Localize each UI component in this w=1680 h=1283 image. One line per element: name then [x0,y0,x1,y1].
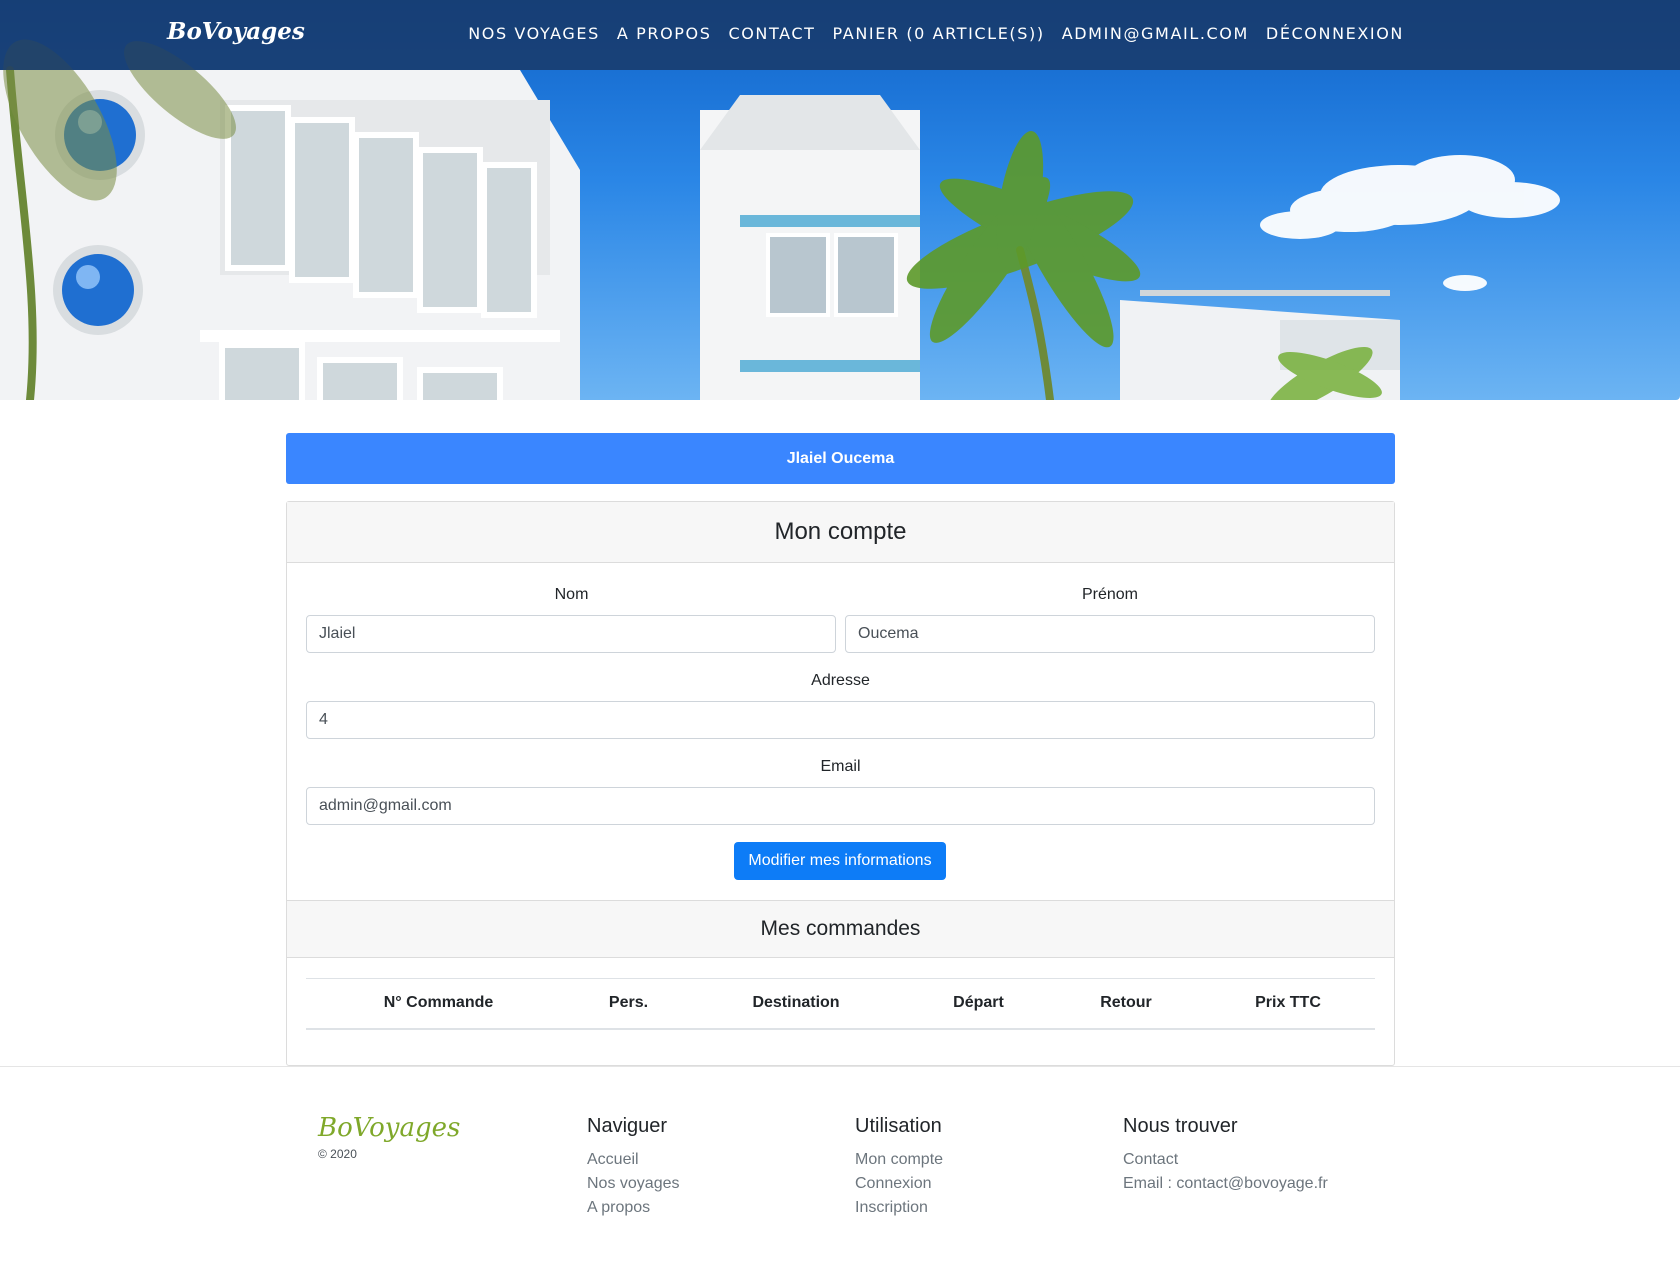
footer-link-nos-voyages[interactable]: Nos voyages [587,1172,680,1196]
brand-logo[interactable]: BoVoyages [167,18,305,45]
nav-link-deconnexion[interactable]: DÉCONNEXION [1266,24,1404,43]
email-label: Email [820,758,861,775]
account-title: Mon compte [287,502,1394,563]
nav-link-account-email[interactable]: ADMIN@GMAIL.COM [1062,24,1249,43]
user-name-banner: Jlaiel Oucema [286,433,1395,484]
col-personnes: Pers. [571,978,686,1030]
nav-links: NOS VOYAGES A PROPOS CONTACT PANIER (0 A… [451,24,1404,43]
footer-link-connexion[interactable]: Connexion [855,1172,943,1196]
prenom-label: Prénom [1081,586,1139,603]
footer-copyright: © 2020 [318,1147,357,1161]
footer-col-utilisation: Utilisation Mon compte Connexion Inscrip… [855,1115,943,1220]
orders-header-row: N° Commande Pers. Destination Départ Ret… [306,978,1375,1030]
hero-banner: BoVoyages NOS VOYAGES A PROPOS CONTACT P… [0,0,1680,400]
col-prix-ttc: Prix TTC [1201,978,1375,1030]
navbar: BoVoyages NOS VOYAGES A PROPOS CONTACT P… [0,0,1680,70]
footer-utilisation-title: Utilisation [855,1115,942,1137]
footer-link-accueil[interactable]: Accueil [587,1148,680,1172]
nav-link-a-propos[interactable]: A PROPOS [617,24,712,43]
account-card: Mon compte Nom Prénom Adresse Email Modi… [286,501,1395,1066]
nav-link-contact[interactable]: CONTACT [728,24,815,43]
footer-brand-logo: BoVoyages [318,1113,461,1143]
footer: BoVoyages © 2020 Naviguer Accueil Nos vo… [0,1066,1680,1283]
footer-col-nous-trouver: Nous trouver Contact Email : contact@bov… [1123,1115,1328,1196]
footer-link-mon-compte[interactable]: Mon compte [855,1148,943,1172]
footer-link-inscription[interactable]: Inscription [855,1196,943,1220]
nom-label: Nom [554,586,589,603]
footer-nous-trouver-title: Nous trouver [1123,1115,1238,1137]
nav-link-panier[interactable]: PANIER (0 ARTICLE(S)) [833,24,1045,43]
orders-title: Mes commandes [287,900,1394,958]
col-numero-commande: N° Commande [306,978,571,1030]
col-depart: Départ [906,978,1051,1030]
prenom-field[interactable] [845,615,1375,653]
nom-field[interactable] [306,615,836,653]
col-destination: Destination [686,978,906,1030]
footer-link-contact[interactable]: Contact [1123,1148,1328,1172]
adresse-label: Adresse [811,672,870,689]
modifier-informations-button[interactable]: Modifier mes informations [734,842,946,880]
footer-link-email[interactable]: Email : contact@bovoyage.fr [1123,1172,1328,1196]
footer-col-naviguer: Naviguer Accueil Nos voyages A propos [587,1115,680,1220]
orders-table: N° Commande Pers. Destination Départ Ret… [306,978,1375,1030]
footer-link-a-propos[interactable]: A propos [587,1196,680,1220]
nav-link-nos-voyages[interactable]: NOS VOYAGES [468,24,600,43]
adresse-field[interactable] [306,701,1375,739]
email-field[interactable] [306,787,1375,825]
footer-naviguer-title: Naviguer [587,1115,668,1137]
col-retour: Retour [1051,978,1201,1030]
